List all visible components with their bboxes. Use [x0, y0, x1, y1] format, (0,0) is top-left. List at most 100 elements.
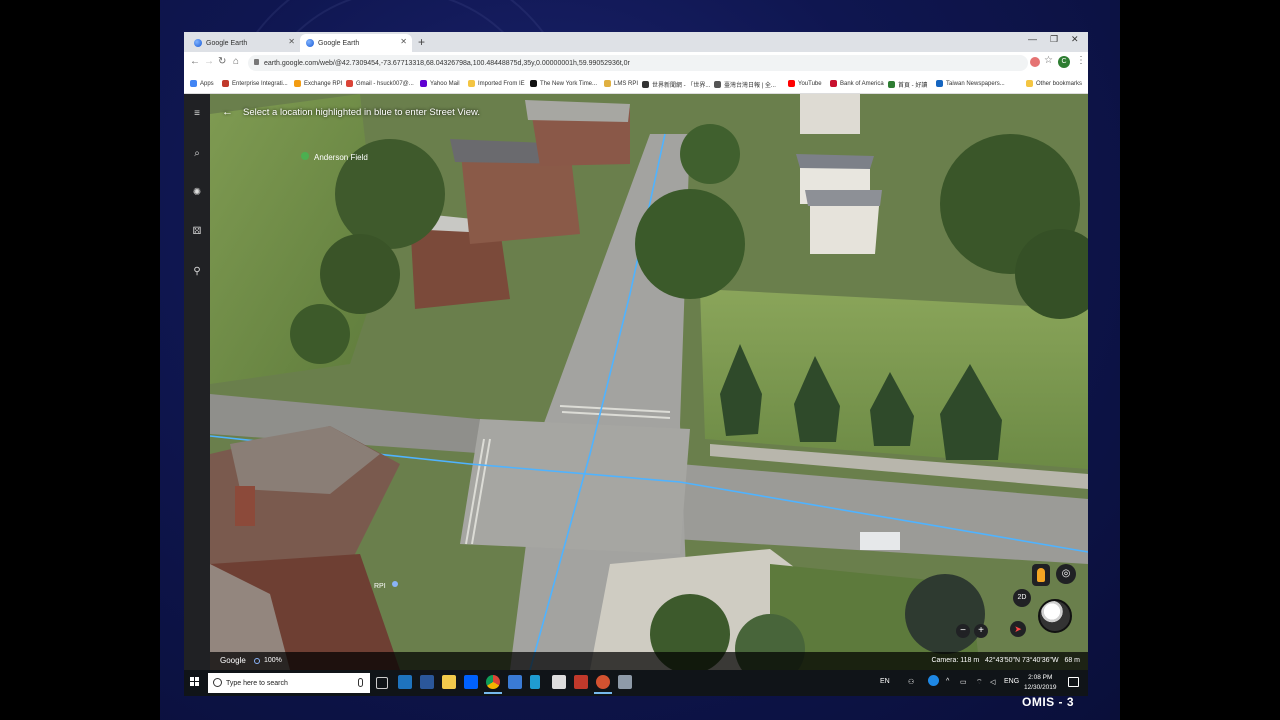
screen: Google Earth ✕ Google Earth ✕ + — ❐ ✕ ← …: [0, 0, 1280, 720]
tab-strip: Google Earth ✕ Google Earth ✕ + — ❐ ✕: [184, 32, 1088, 52]
google-logo: Google: [220, 656, 246, 665]
bookmark-label: 首頁 - 好讀: [898, 83, 928, 89]
bookmark-item[interactable]: LMS RPI: [604, 80, 638, 87]
dice-icon[interactable]: ⚄: [191, 226, 203, 238]
profile-avatar[interactable]: C: [1058, 56, 1070, 68]
bookmark-favicon-icon: [714, 81, 721, 88]
compass-icon[interactable]: ➤: [1010, 621, 1026, 637]
help-icon[interactable]: [928, 675, 939, 686]
bookmark-item[interactable]: Yahoo Mail: [420, 80, 460, 87]
maximize-icon[interactable]: ❐: [1050, 34, 1058, 45]
zoom-in-button[interactable]: +: [974, 624, 988, 638]
zoom-out-button[interactable]: −: [956, 624, 970, 638]
rpi-pin-icon: [392, 581, 398, 587]
folder-icon: [1026, 80, 1033, 87]
system-clock[interactable]: 2:08 PM 12/30/2019: [1024, 673, 1057, 693]
bookmark-item[interactable]: 世界新聞網 - 「世界...: [642, 80, 710, 89]
earth-side-rail: ≡ ⌕ ✺ ⚄ ⚲: [184, 94, 210, 670]
parked-truck: [860, 532, 900, 550]
bookmark-label: 世界新聞網 - 「世界...: [652, 83, 711, 89]
browser-toolbar: ← → ↻ ⌂ earth.google.com/web/@42.7309454…: [184, 52, 1088, 74]
window-close-icon[interactable]: ✕: [1071, 34, 1079, 45]
powerpoint-icon[interactable]: [594, 675, 612, 694]
bookmark-item[interactable]: Imported From IE: [468, 80, 525, 87]
bookmark-item[interactable]: YouTube: [788, 80, 822, 87]
tab-close-icon[interactable]: ✕: [288, 37, 295, 46]
new-tab-button[interactable]: +: [418, 35, 425, 49]
tab-google-earth-2[interactable]: Google Earth ✕: [300, 34, 412, 52]
battery-icon[interactable]: ▭: [960, 678, 967, 686]
mail-icon[interactable]: [552, 675, 566, 689]
my-location-icon[interactable]: ◎: [1056, 564, 1076, 584]
chrome-icon[interactable]: [484, 675, 502, 694]
bookmark-item[interactable]: Exchange RPI: [294, 80, 342, 87]
tab-close-icon[interactable]: ✕: [400, 37, 407, 46]
tab-google-earth-1[interactable]: Google Earth ✕: [188, 34, 300, 52]
bookmark-item[interactable]: The New York Time...: [530, 80, 597, 87]
bookmark-label: Enterprise Integrati...: [232, 80, 288, 87]
earth-viewport[interactable]: Anderson Field RPI ≡ ⌕ ✺ ⚄ ⚲ ← Select a …: [184, 94, 1088, 670]
bookmark-other[interactable]: Other bookmarks: [1026, 80, 1082, 87]
park-pin-icon: [301, 152, 309, 160]
kebab-menu-icon[interactable]: ⋮: [1076, 55, 1086, 66]
menu-icon[interactable]: ≡: [191, 108, 203, 120]
view-mode-2d-button[interactable]: 2D: [1013, 589, 1031, 607]
voyager-icon[interactable]: ✺: [191, 187, 203, 199]
input-language[interactable]: EN: [880, 678, 890, 685]
people-icon[interactable]: ⚇: [908, 678, 914, 686]
search-icon[interactable]: ⌕: [191, 148, 203, 160]
edge-icon[interactable]: [398, 675, 412, 689]
show-hidden-icons[interactable]: ^: [946, 678, 949, 685]
store-icon[interactable]: [508, 675, 522, 689]
reload-icon[interactable]: ↻: [218, 56, 226, 67]
taskbar-input-language[interactable]: ENG: [1004, 678, 1019, 685]
acrobat-icon[interactable]: [574, 675, 588, 689]
windows-start-icon[interactable]: [190, 677, 200, 687]
app-lightning-icon[interactable]: [530, 675, 540, 689]
action-center-icon[interactable]: [1068, 677, 1079, 687]
coordinates: 42°43'50"N 73°40'36"W: [985, 657, 1059, 664]
slide-footer: OMIS - 3: [1022, 695, 1075, 709]
task-view-icon[interactable]: [376, 677, 388, 689]
bookmark-apps[interactable]: Apps: [190, 80, 214, 87]
bookmark-item[interactable]: 臺灣台灣日報 | 全...: [714, 80, 776, 89]
earth-status-bar: Google 100% Camera: 118 m 42°43'50"N 73°…: [210, 652, 1088, 670]
url-text: earth.google.com/web/@42.7309454,-73.677…: [264, 59, 630, 67]
place-label-anderson-field: Anderson Field: [314, 153, 368, 162]
aerial-3d-imagery[interactable]: Anderson Field RPI: [210, 94, 1088, 670]
street-view-banner: ← Select a location highlighted in blue …: [222, 106, 480, 118]
bookmark-label: YouTube: [798, 80, 822, 87]
network-icon[interactable]: ⌔: [976, 678, 983, 687]
bookmark-item[interactable]: Bank of America: [830, 80, 884, 87]
back-arrow-icon[interactable]: ←: [222, 106, 233, 118]
file-explorer-icon[interactable]: [442, 675, 456, 689]
clock-time: 2:08 PM: [1028, 674, 1053, 681]
bookmark-label: 臺灣台灣日報 | 全...: [724, 83, 776, 89]
bookmark-item[interactable]: Taiwan Newspapers...: [936, 80, 1005, 87]
windows-taskbar: Type here to search EN ⚇ ^ ▭ ⌔ ◁ ENG 2:0…: [184, 670, 1088, 696]
pegman-icon[interactable]: [1032, 564, 1050, 586]
bookmark-star-icon[interactable]: ☆: [1044, 55, 1053, 66]
home-icon[interactable]: ⌂: [233, 56, 239, 67]
globe-icon[interactable]: [1038, 599, 1072, 633]
bookmark-item[interactable]: Gmail - hsuck007@...: [346, 80, 414, 87]
microphone-icon[interactable]: [358, 678, 363, 687]
volume-icon[interactable]: ◁: [990, 678, 995, 686]
address-bar[interactable]: earth.google.com/web/@42.7309454,-73.677…: [248, 55, 1028, 71]
folder-icon: [468, 80, 475, 87]
dropbox-icon[interactable]: [464, 675, 478, 689]
extension-icon[interactable]: [1030, 57, 1040, 67]
pin-icon[interactable]: ⚲: [191, 266, 203, 278]
word-icon[interactable]: [420, 675, 434, 689]
bookmark-label: Apps: [200, 80, 214, 87]
tab-label: Google Earth: [206, 39, 248, 47]
minimize-icon[interactable]: —: [1028, 34, 1037, 44]
bookmark-item[interactable]: Enterprise Integrati...: [222, 80, 288, 87]
back-arrow-icon[interactable]: ←: [190, 56, 200, 67]
bookmark-item[interactable]: 首頁 - 好讀: [888, 80, 927, 89]
snipping-tool-icon[interactable]: [618, 675, 632, 689]
bookmark-favicon-icon: [888, 81, 895, 88]
load-percent: 100%: [264, 657, 282, 664]
forward-arrow-icon[interactable]: →: [204, 56, 214, 67]
taskbar-search-input[interactable]: Type here to search: [208, 673, 370, 693]
